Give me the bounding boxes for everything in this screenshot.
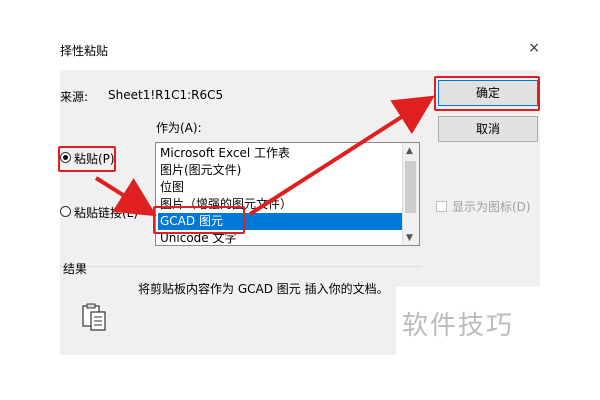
- arrow-to-gcad: [94, 176, 157, 217]
- arrow-to-ok: [248, 95, 435, 216]
- annotation-arrows: [94, 95, 435, 217]
